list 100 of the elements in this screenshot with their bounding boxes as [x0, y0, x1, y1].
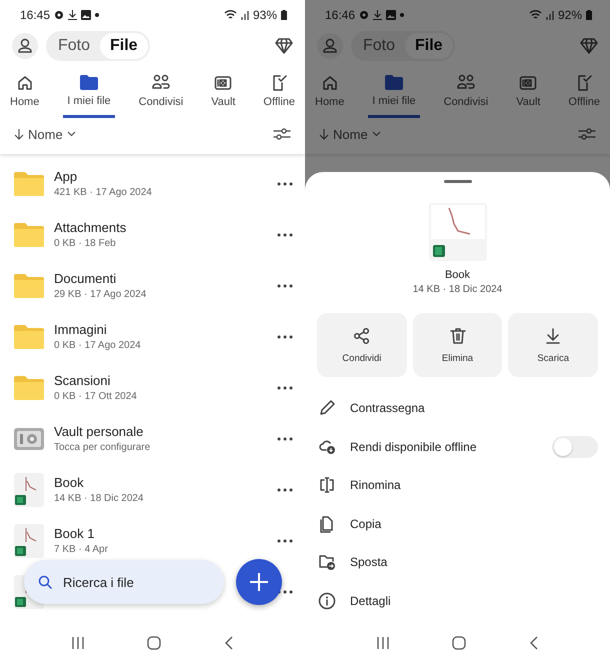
- wifi-icon: [528, 10, 542, 20]
- file-details: 421 KB · 17 Ago 2024: [54, 187, 153, 198]
- nav-tab[interactable]: Home: [6, 74, 44, 118]
- nav-tab[interactable]: Home: [311, 74, 348, 118]
- back-icon[interactable]: [224, 636, 234, 650]
- battery-level: 92%: [558, 8, 582, 22]
- filter-icon[interactable]: [578, 127, 596, 141]
- recent-apps-icon[interactable]: [376, 636, 390, 650]
- people-icon: [456, 74, 475, 92]
- more-icon[interactable]: [277, 386, 293, 390]
- more-icon[interactable]: [277, 488, 293, 492]
- search-icon: [38, 574, 53, 590]
- file-name[interactable]: Attachments: [54, 220, 267, 235]
- nav-tab[interactable]: I miei file: [63, 74, 115, 118]
- vault-icon: [214, 74, 232, 92]
- folder-move-icon: [318, 553, 336, 572]
- people-icon: [152, 74, 170, 92]
- menu-item[interactable]: Rinomina: [305, 466, 610, 504]
- offline-toggle[interactable]: [552, 436, 598, 458]
- plus-icon: [249, 572, 269, 592]
- file-details: 0 KB · 18 Feb: [54, 238, 117, 249]
- download-icon: [68, 10, 78, 20]
- file-details: Tocca per configurare: [54, 442, 152, 453]
- spreadsheet-file-icon: [14, 472, 44, 506]
- pencil-icon: [318, 399, 336, 418]
- battery-icon: [586, 10, 592, 20]
- nav-tab[interactable]: Condivisi: [134, 74, 188, 118]
- wifi-icon: [224, 10, 237, 20]
- file-details: 0 KB · 17 Ott 2024: [54, 391, 138, 402]
- copy-icon: [318, 514, 336, 533]
- file-details: 14 KB · 18 Dic 2024: [54, 493, 144, 504]
- more-icon[interactable]: [277, 182, 293, 186]
- arrow-down-icon: [319, 128, 329, 140]
- action-button[interactable]: Elimina: [412, 313, 502, 377]
- file-name[interactable]: Immagini: [54, 322, 267, 337]
- recent-apps-icon[interactable]: [71, 636, 86, 650]
- action-button[interactable]: Condividi: [317, 313, 407, 377]
- status-time: 16:46: [325, 8, 356, 22]
- nav-tab[interactable]: Vault: [207, 74, 240, 118]
- nav-tab[interactable]: Offline: [259, 74, 299, 118]
- file-name[interactable]: App: [54, 169, 267, 184]
- menu-item[interactable]: Rendi disponibile offline: [305, 428, 610, 466]
- diamond-icon[interactable]: [275, 38, 293, 54]
- menu-item[interactable]: Contrassegna: [305, 389, 610, 428]
- more-icon[interactable]: [277, 232, 293, 236]
- trash-icon: [448, 326, 466, 344]
- avatar-icon[interactable]: [12, 33, 38, 59]
- segment-button[interactable]: File: [405, 33, 453, 59]
- sort-button[interactable]: Nome: [14, 126, 76, 142]
- file-name: Book: [444, 269, 470, 281]
- file-name[interactable]: Vault personale: [54, 424, 267, 439]
- vault-icon: [519, 74, 538, 92]
- chevron-down-icon: [66, 131, 76, 137]
- folder-icon: [14, 172, 44, 196]
- action-button[interactable]: Scarica: [508, 313, 598, 377]
- image-icon: [81, 10, 92, 20]
- file-name[interactable]: Documenti: [54, 271, 267, 286]
- filter-icon[interactable]: [273, 127, 291, 141]
- home-button-icon[interactable]: [147, 636, 162, 650]
- folder-icon: [14, 274, 44, 298]
- image-icon: [386, 10, 396, 20]
- dot-icon: [95, 13, 100, 17]
- file-name[interactable]: Scansioni: [54, 373, 267, 388]
- signal-icon: [240, 10, 249, 20]
- rename-icon: [318, 476, 336, 494]
- file-details: 7 KB · 4 Apr: [54, 544, 109, 555]
- add-button[interactable]: [236, 559, 282, 605]
- safe-icon: [14, 426, 44, 450]
- chevron-down-icon: [372, 131, 381, 137]
- more-icon[interactable]: [277, 436, 293, 440]
- nav-tab[interactable]: Vault: [512, 74, 544, 118]
- more-icon[interactable]: [277, 284, 293, 288]
- nav-tab[interactable]: Condivisi: [440, 74, 492, 118]
- nav-tab[interactable]: Offline: [564, 74, 604, 118]
- nav-tab[interactable]: I miei file: [368, 74, 420, 118]
- back-icon[interactable]: [528, 636, 539, 650]
- spreadsheet-file-icon: [14, 524, 44, 558]
- sort-button[interactable]: Nome: [319, 126, 381, 142]
- file-name[interactable]: Book 1: [54, 526, 267, 541]
- folder-icon: [78, 74, 99, 91]
- segment-button[interactable]: Foto: [48, 33, 100, 59]
- folder-icon: [384, 74, 404, 91]
- avatar-icon[interactable]: [317, 33, 343, 59]
- menu-item[interactable]: Sposta: [305, 543, 610, 582]
- folder-icon: [14, 376, 44, 400]
- file-details: 29 KB · 17 Ago 2024: [54, 289, 148, 300]
- file-details: 0 KB · 17 Ago 2024: [54, 340, 142, 351]
- search-bar[interactable]: Ricerca i file: [24, 560, 224, 604]
- file-name[interactable]: Book: [54, 475, 267, 490]
- menu-item[interactable]: Copia: [305, 504, 610, 543]
- home-button-icon[interactable]: [452, 636, 466, 650]
- drag-handle[interactable]: [444, 180, 472, 183]
- menu-item[interactable]: Dettagli: [305, 582, 610, 620]
- diamond-icon[interactable]: [580, 38, 598, 54]
- segment-button[interactable]: File: [100, 33, 148, 59]
- more-icon[interactable]: [277, 538, 293, 542]
- battery-icon: [281, 10, 287, 20]
- info-icon: [318, 592, 336, 610]
- more-icon[interactable]: [277, 334, 293, 338]
- search-field[interactable]: Ricerca i file: [61, 574, 201, 590]
